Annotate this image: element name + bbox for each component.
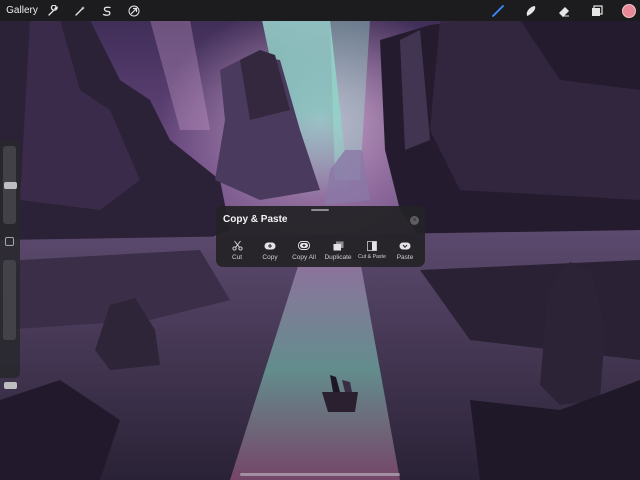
magic-wand-icon[interactable] [71,0,89,21]
wrench-icon[interactable] [44,0,62,21]
transform-arrow-icon[interactable] [125,0,143,21]
home-indicator[interactable] [240,473,400,476]
opacity-slider[interactable] [3,260,17,389]
panel-drag-handle[interactable] [311,209,329,211]
copy-paste-panel: Copy & Paste × Cut Copy Copy All Duplica… [216,206,425,267]
cut-paste-icon [366,240,378,251]
scissors-icon [231,240,243,251]
paste-icon [399,240,411,251]
left-sidebar [0,140,20,389]
selection-s-icon[interactable] [98,0,116,21]
brush-size-slider-thumb[interactable] [4,182,17,189]
duplicate-icon [332,240,344,251]
paste-button[interactable]: Paste [385,239,425,265]
eraser-icon[interactable] [555,0,573,21]
copy-all-icon [298,240,310,251]
color-swatch[interactable] [622,4,636,18]
close-icon[interactable]: × [410,216,419,225]
brush-size-slider[interactable] [3,146,17,224]
opacity-slider-thumb[interactable] [4,382,17,389]
paste-label: Paste [396,254,414,261]
gallery-button[interactable]: Gallery [5,0,39,21]
layers-icon[interactable] [588,0,606,21]
brush-icon[interactable] [489,0,507,21]
modify-square-icon[interactable] [5,237,14,246]
panel-title: Copy & Paste [223,214,288,225]
top-toolbar: Gallery [0,0,640,21]
smudge-icon[interactable] [522,0,540,21]
copy-icon [264,240,276,251]
